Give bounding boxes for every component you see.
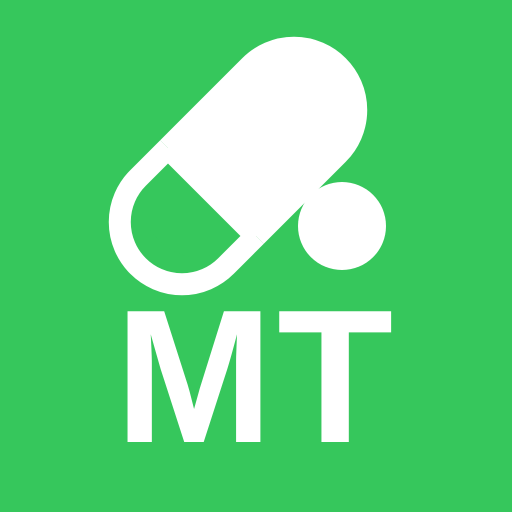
app-monogram: MT — [114, 271, 398, 483]
app-icon: MT — [0, 0, 512, 512]
round-tablet-icon — [298, 182, 386, 270]
